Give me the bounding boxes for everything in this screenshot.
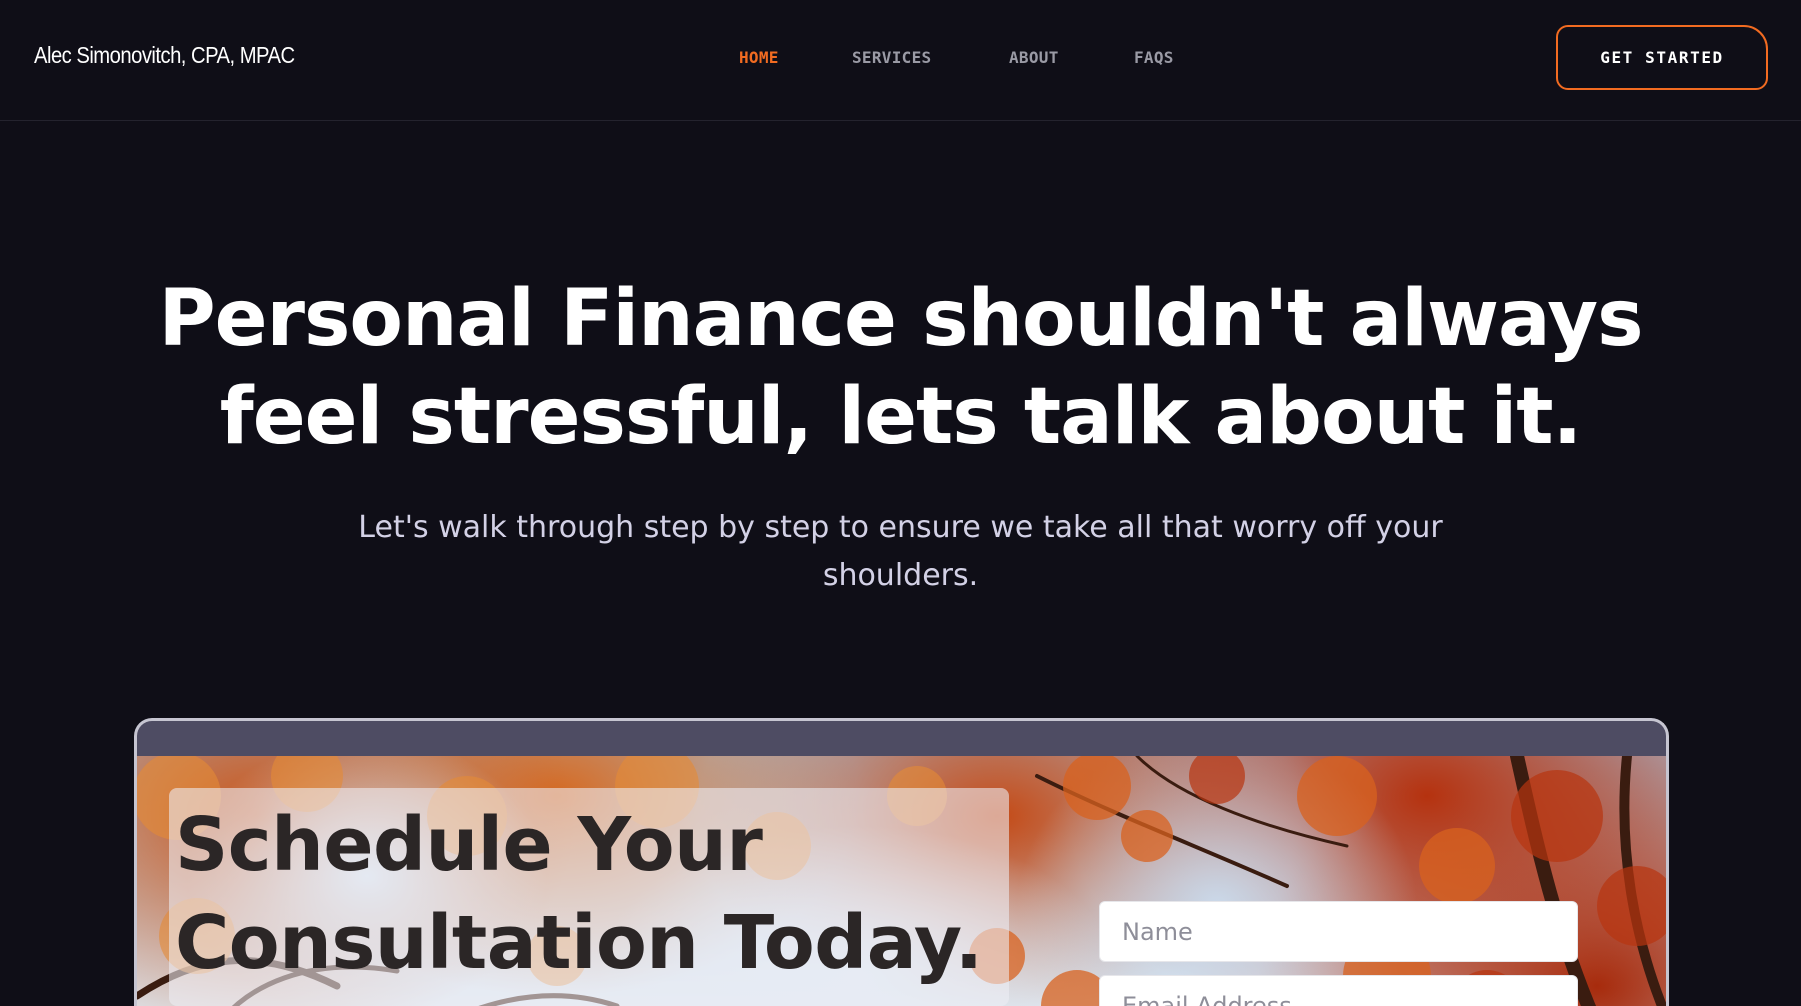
email-input[interactable]: [1099, 975, 1578, 1006]
nav-faqs[interactable]: FAQS: [1134, 48, 1174, 67]
get-started-button[interactable]: GET STARTED: [1556, 25, 1768, 90]
autumn-trees-background-image: Schedule Your Consultation Today.: [137, 756, 1666, 1006]
consultation-title-line-2: Consultation Today.: [175, 900, 983, 986]
page: Alec Simonovitch, CPA, MPAC HOME SERVICE…: [0, 0, 1801, 1006]
main-nav: HOME SERVICES ABOUT FAQS: [0, 48, 1801, 70]
hero-subtitle-line-2: shoulders.: [822, 558, 979, 593]
nav-about[interactable]: ABOUT: [1009, 48, 1059, 67]
site-header: Alec Simonovitch, CPA, MPAC HOME SERVICE…: [0, 0, 1801, 121]
nav-home[interactable]: HOME: [739, 48, 779, 67]
hero-title-line-2: feel stressful, lets talk about it.: [219, 372, 1582, 462]
hero-title: Personal Finance shouldn't always feel s…: [0, 270, 1801, 466]
consultation-title-line-1: Schedule Your: [175, 802, 763, 888]
hero-subtitle-line-1: Let's walk through step by step to ensur…: [358, 510, 1443, 545]
name-input[interactable]: [1099, 901, 1578, 962]
hero-title-line-1: Personal Finance shouldn't always: [158, 274, 1643, 364]
consultation-title: Schedule Your Consultation Today.: [175, 796, 1015, 992]
nav-services[interactable]: SERVICES: [852, 48, 931, 67]
hero-subtitle: Let's walk through step by step to ensur…: [350, 504, 1451, 600]
consultation-frame: Schedule Your Consultation Today.: [134, 718, 1669, 1006]
